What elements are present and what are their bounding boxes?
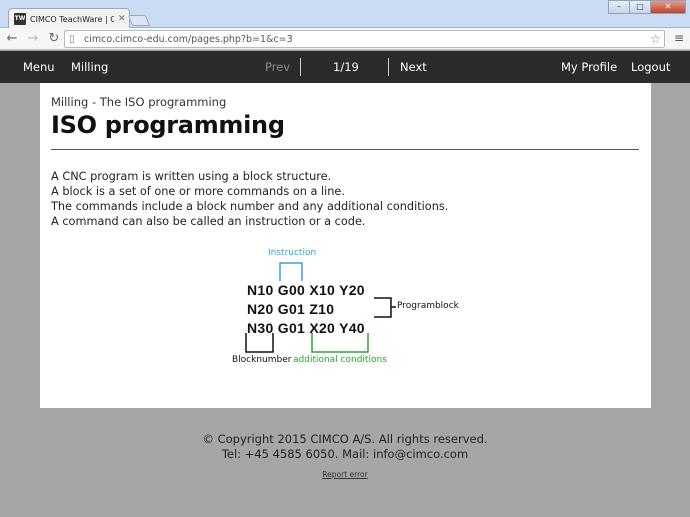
code-line: N30 G01 X20 Y40 [247,320,365,336]
page-footer: © Copyright 2015 CIMCO A/S. All rights r… [0,432,690,481]
label-additional-conditions: additional conditions [293,355,387,365]
breadcrumb: Milling - The ISO programming [51,95,227,109]
iso-block-diagram: Instruction N10 G00 X10 Y20 N20 G01 Z10 … [220,243,480,368]
nav-logout-link[interactable]: Logout [631,60,670,74]
page-icon: ▯ [69,33,75,45]
label-instruction: Instruction [268,248,317,258]
intro-line: A CNC program is written using a block s… [51,170,332,183]
title-divider [51,149,639,150]
page-counter: 1/19 [333,60,359,74]
nav-course-link[interactable]: Milling [71,60,108,74]
page-title: ISO programming [51,111,285,139]
contact-text: Tel: +45 4585 6050. Mail: info@cimco.com [221,447,469,461]
maximize-button[interactable]: □ [629,0,651,14]
favicon-icon: TW [14,13,26,25]
address-bar[interactable]: ▯ cimco.cimco-edu.com/pages.php?b=1&c=3 … [64,30,665,48]
copyright-text: © Copyright 2015 CIMCO A/S. All rights r… [202,432,488,446]
label-programblock: Programblock [397,301,459,311]
programblock-bracket [374,297,392,318]
close-window-button[interactable]: ✕ [650,0,686,14]
browser-menu-icon[interactable]: ≡ [674,31,684,45]
label-blocknumber: Blocknumber [232,355,292,365]
nav-divider [388,58,389,76]
instruction-bracket [279,262,303,281]
forward-arrow-icon[interactable]: → [24,30,42,48]
new-tab-button[interactable] [127,15,151,26]
content-card: Milling - The ISO programming ISO progra… [40,83,651,408]
code-line: N10 G00 X10 Y20 [247,282,365,298]
bookmark-star-icon[interactable]: ☆ [650,32,661,46]
tab-close-icon[interactable]: ✕ [118,14,126,24]
nav-profile-link[interactable]: My Profile [561,60,617,74]
browser-tab-strip: TW CIMCO TeachWare | CIM ✕ – □ ✕ [0,0,690,29]
tab-title: CIMCO TeachWare | CIM [30,14,114,24]
reload-icon[interactable]: ↻ [45,30,63,48]
intro-line: A block is a set of one or more commands… [51,185,345,198]
intro-line: A command can also be called an instruct… [51,215,366,228]
minimize-button[interactable]: – [608,0,630,14]
report-error-link[interactable]: Report error [322,470,367,479]
nav-next-link[interactable]: Next [400,60,427,74]
back-arrow-icon[interactable]: ← [3,30,21,48]
window-controls: – □ ✕ [608,0,686,14]
browser-toolbar: ← → ↻ ▯ cimco.cimco-edu.com/pages.php?b=… [0,28,690,50]
nav-prev-link[interactable]: Prev [265,60,290,74]
browser-tab[interactable]: TW CIMCO TeachWare | CIM ✕ [8,8,130,29]
site-navbar: Menu Milling Prev 1/19 Next My Profile L… [0,51,690,83]
intro-text: A CNC program is written using a block s… [51,169,448,229]
intro-line: The commands include a block number and … [51,200,449,213]
code-line: N20 G01 Z10 [247,301,335,317]
nav-divider [300,58,301,76]
url-text[interactable]: cimco.cimco-edu.com/pages.php?b=1&c=3 [84,34,293,45]
nav-menu-link[interactable]: Menu [23,60,55,74]
